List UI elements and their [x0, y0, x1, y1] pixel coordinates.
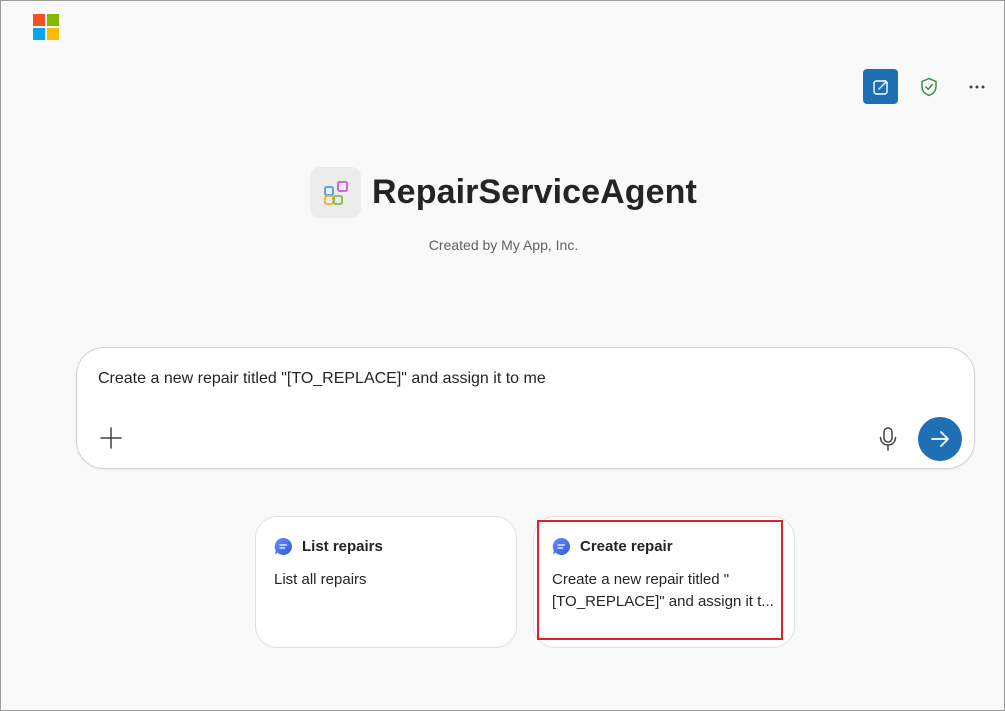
chat-bubble-icon — [552, 537, 571, 555]
add-attachment-button[interactable] — [99, 426, 123, 450]
privacy-button[interactable] — [911, 69, 946, 104]
suggestion-card-list-repairs[interactable]: List repairs List all repairs — [255, 516, 517, 648]
more-options-button[interactable] — [959, 69, 994, 104]
suggestion-description: List all repairs — [274, 571, 367, 588]
suggestion-description: Create a new repair titled " [TO_REPLACE… — [552, 571, 774, 610]
suggestion-title: List repairs — [302, 538, 383, 555]
app-window: RepairServiceAgent Created by My App, In… — [0, 0, 1005, 711]
agent-title: RepairServiceAgent — [372, 173, 697, 211]
suggestion-title: Create repair — [580, 538, 673, 555]
agent-creator: Created by My App, Inc. — [428, 237, 579, 253]
agent-header: RepairServiceAgent — [1, 167, 1005, 218]
microphone-icon — [879, 427, 897, 451]
microphone-button[interactable] — [877, 426, 899, 452]
chat-composer[interactable]: Create a new repair titled "[TO_REPLACE]… — [76, 347, 975, 469]
suggestion-card-create-repair[interactable]: Create repair Create a new repair titled… — [533, 516, 795, 648]
plus-icon — [100, 427, 122, 449]
message-input[interactable]: Create a new repair titled "[TO_REPLACE]… — [98, 370, 546, 388]
new-chat-button[interactable] — [863, 69, 898, 104]
microsoft-logo — [33, 14, 59, 40]
arrow-right-icon — [931, 431, 949, 447]
suggestion-card-header: List repairs — [274, 537, 383, 556]
chat-bubble-icon — [274, 537, 293, 555]
more-options-icon — [969, 85, 984, 88]
send-button[interactable] — [918, 417, 962, 461]
new-chat-icon — [872, 79, 888, 95]
agent-grid-icon — [310, 167, 362, 218]
suggestion-card-header: Create repair — [552, 537, 673, 556]
shield-check-icon — [920, 77, 937, 96]
